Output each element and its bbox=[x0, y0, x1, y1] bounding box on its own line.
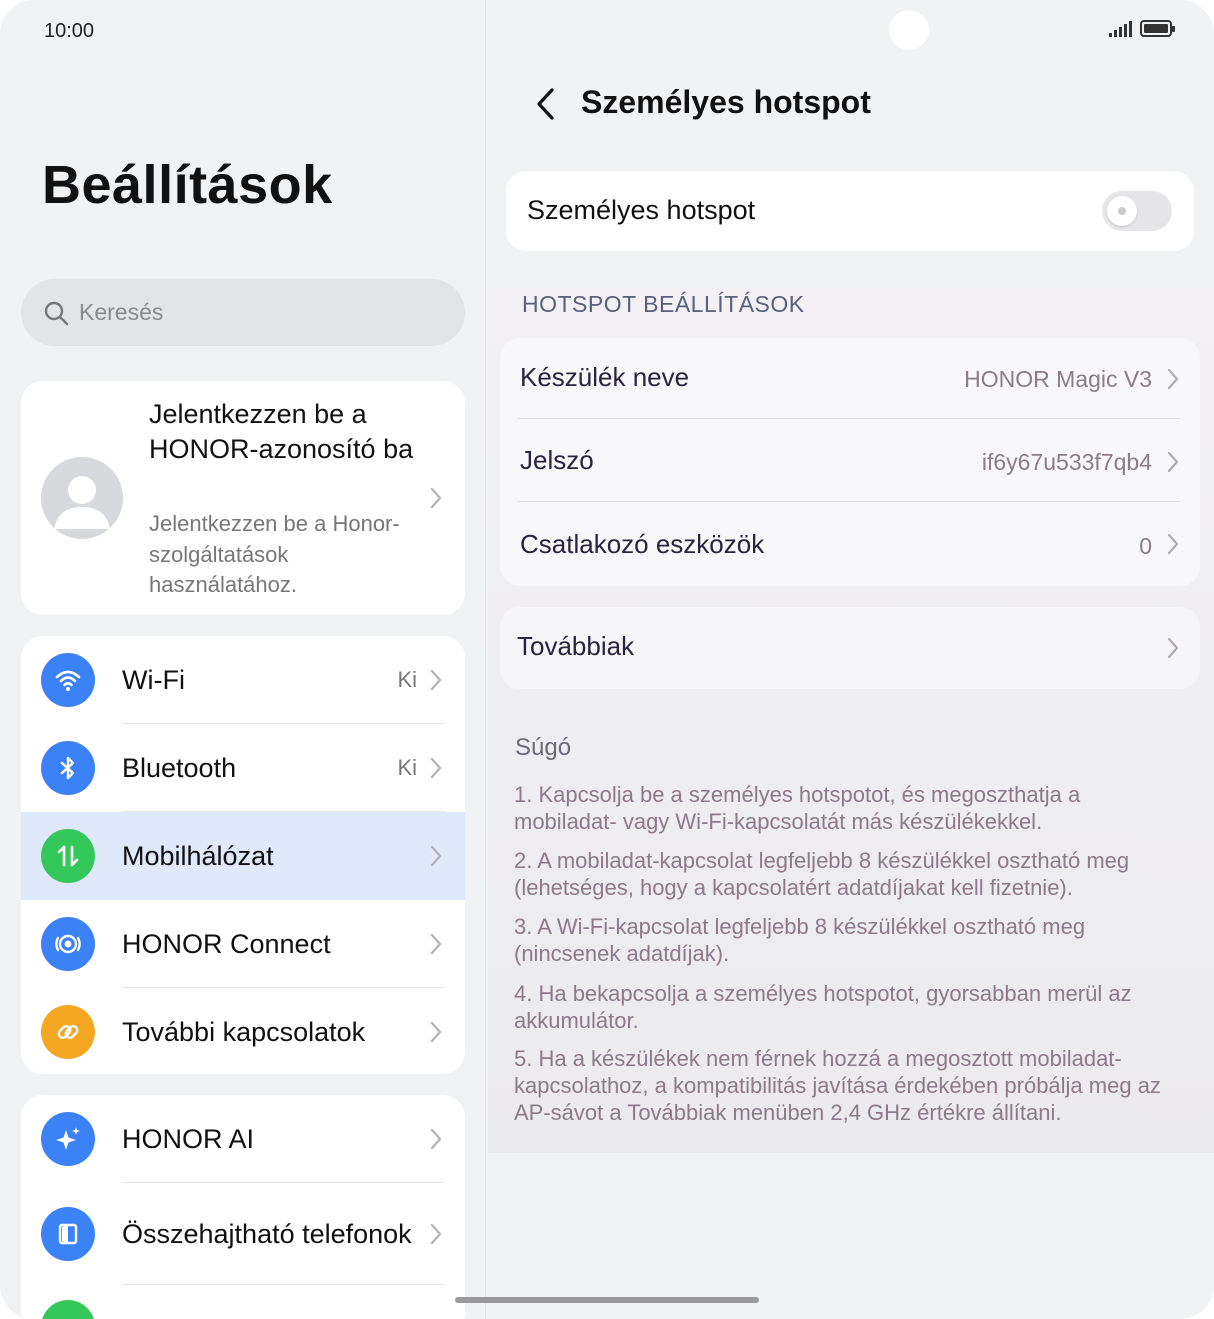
hotspot-toggle-label: Személyes hotspot bbox=[527, 195, 756, 225]
help-item: 4. Ha bekapcsolja a személyes hotspotot,… bbox=[514, 981, 1132, 1033]
settings-title: Beállítások bbox=[42, 155, 333, 215]
help-title: Súgó bbox=[515, 734, 572, 761]
bluetooth-icon bbox=[41, 741, 95, 795]
home-indicator[interactable] bbox=[455, 1297, 759, 1303]
hotspot-switch[interactable] bbox=[1102, 191, 1172, 231]
chevron-right-icon bbox=[430, 669, 442, 691]
more-connections-label: További kapcsolatok bbox=[122, 1016, 366, 1047]
page-title: Személyes hotspot bbox=[581, 84, 871, 120]
chevron-right-icon bbox=[1167, 637, 1179, 659]
partial-item-icon bbox=[41, 1300, 95, 1319]
chevron-right-icon bbox=[1167, 533, 1179, 555]
mobile-data-icon bbox=[41, 829, 95, 883]
settings-item-honor-connect[interactable]: HONOR Connect bbox=[21, 900, 465, 988]
front-camera bbox=[889, 10, 929, 50]
settings-item-mobile-network[interactable]: Mobilhálózat bbox=[21, 812, 465, 900]
chevron-right-icon bbox=[430, 757, 442, 779]
password-label: Jelszó bbox=[520, 445, 594, 475]
section-header: HOTSPOT BEÁLLÍTÁSOK bbox=[522, 291, 805, 317]
password-value: if6y67u533f7qb4 bbox=[981, 449, 1152, 475]
chevron-right-icon bbox=[1167, 368, 1179, 390]
status-time: 10:00 bbox=[44, 20, 95, 42]
settings-item-honor-ai[interactable]: HONOR AI bbox=[21, 1095, 465, 1183]
wifi-status: Ki bbox=[397, 667, 417, 692]
battery-icon bbox=[1140, 20, 1175, 37]
status-icons bbox=[1109, 20, 1175, 37]
connected-devices-count: 0 bbox=[1139, 533, 1152, 559]
account-title: Jelentkezzen be a HONOR-azonosító ba bbox=[149, 399, 414, 464]
chevron-right-icon bbox=[1167, 451, 1179, 473]
link-icon bbox=[41, 1005, 95, 1059]
device-screen: 10:00 Beállítások Keresés Jelentkezzen b… bbox=[0, 0, 1214, 1319]
honor-connect-icon bbox=[41, 917, 95, 971]
password-row[interactable]: Jelszó if6y67u533f7qb4 bbox=[500, 420, 1200, 502]
account-card[interactable]: Jelentkezzen be a HONOR-azonosító ba Jel… bbox=[21, 381, 465, 615]
chevron-right-icon bbox=[430, 1021, 442, 1043]
connected-devices-label: Csatlakozó eszközök bbox=[520, 529, 765, 559]
connections-group: Wi-Fi Ki Bluetooth Ki Mobilhálózat HONOR… bbox=[21, 636, 465, 1074]
divider bbox=[122, 1284, 445, 1285]
mobile-network-label: Mobilhálózat bbox=[122, 840, 274, 871]
wifi-label: Wi-Fi bbox=[122, 664, 185, 695]
device-name-value: HONOR Magic V3 bbox=[964, 366, 1152, 392]
settings-item-wifi[interactable]: Wi-Fi Ki bbox=[21, 636, 465, 724]
bluetooth-status: Ki bbox=[397, 755, 417, 780]
user-icon bbox=[54, 476, 110, 529]
honor-connect-label: HONOR Connect bbox=[122, 928, 331, 959]
chevron-right-icon bbox=[430, 487, 442, 509]
help-item: 5. Ha a készülékek nem férnek hozzá a me… bbox=[514, 1046, 1161, 1125]
ai-sparkle-icon bbox=[41, 1112, 95, 1166]
pane-divider bbox=[485, 0, 486, 1319]
wifi-icon bbox=[41, 653, 95, 707]
chevron-right-icon bbox=[430, 845, 442, 867]
settings-item-bluetooth[interactable]: Bluetooth Ki bbox=[21, 724, 465, 812]
settings-item-foldable-phones[interactable]: Összehajtható telefonok bbox=[21, 1183, 465, 1285]
hotspot-settings-card: Készülék neve HONOR Magic V3 Jelszó if6y… bbox=[500, 338, 1200, 586]
bluetooth-label: Bluetooth bbox=[122, 752, 237, 783]
divider bbox=[518, 418, 1180, 419]
search-bar[interactable]: Keresés bbox=[21, 279, 465, 346]
foldable-phone-icon bbox=[41, 1207, 95, 1261]
help-item: 1. Kapcsolja be a személyes hotspotot, é… bbox=[514, 782, 1081, 834]
avatar bbox=[41, 457, 123, 539]
more-row[interactable]: Továbbiak bbox=[500, 607, 1200, 689]
divider bbox=[518, 501, 1180, 502]
account-subtitle: Jelentkezzen be a Honor-szolgáltatások h… bbox=[149, 511, 400, 597]
search-icon bbox=[44, 301, 69, 325]
settings-item-more-connections[interactable]: További kapcsolatok bbox=[21, 988, 465, 1074]
device-name-label: Készülék neve bbox=[520, 362, 690, 392]
connected-devices-row[interactable]: Csatlakozó eszközök 0 bbox=[500, 503, 1200, 585]
search-placeholder: Keresés bbox=[79, 299, 164, 325]
chevron-right-icon bbox=[430, 1128, 442, 1150]
hotspot-toggle-row[interactable]: Személyes hotspot bbox=[506, 171, 1194, 251]
switch-knob bbox=[1107, 196, 1137, 226]
chevron-right-icon bbox=[430, 1223, 442, 1245]
help-item: 3. A Wi-Fi-kapcsolat legfeljebb 8 készül… bbox=[514, 914, 1086, 966]
chevron-right-icon bbox=[430, 933, 442, 955]
back-arrow-icon[interactable] bbox=[534, 86, 558, 122]
foldable-phones-label: Összehajtható telefonok bbox=[122, 1218, 412, 1249]
help-item: 2. A mobiladat-kapcsolat legfeljebb 8 ké… bbox=[514, 848, 1130, 900]
features-group: HONOR AI Összehajtható telefonok bbox=[21, 1095, 465, 1319]
more-label: Továbbiak bbox=[517, 631, 635, 661]
signal-icon bbox=[1109, 20, 1132, 37]
honor-ai-label: HONOR AI bbox=[122, 1123, 255, 1154]
device-name-row[interactable]: Készülék neve HONOR Magic V3 bbox=[500, 338, 1200, 420]
